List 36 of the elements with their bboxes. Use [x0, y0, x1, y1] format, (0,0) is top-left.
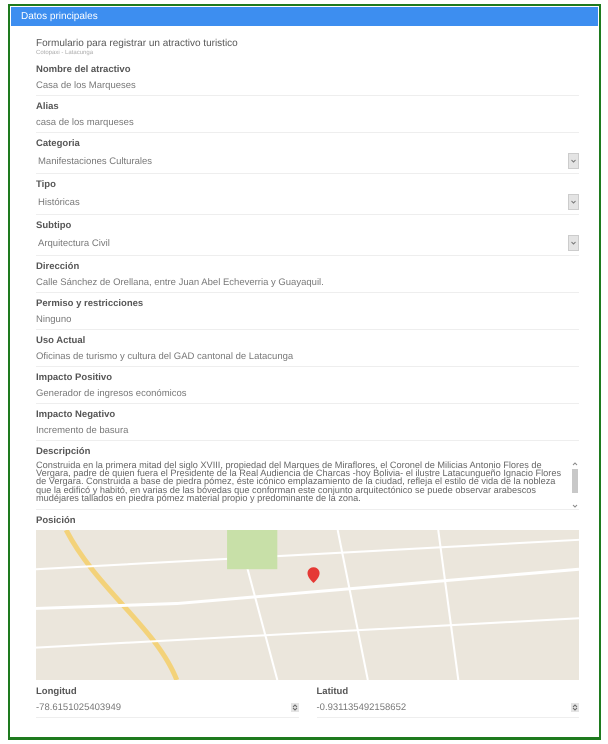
number-field[interactable]: -0.931135492158652	[316, 701, 579, 718]
field-label: Longitud	[36, 686, 78, 697]
field-label: Posición	[36, 515, 77, 526]
field-label: Descripción	[36, 446, 92, 457]
caret-icon	[568, 153, 579, 169]
caret-icon	[568, 194, 579, 210]
field-label: Nombre del atractivo	[36, 64, 132, 75]
select-field[interactable]: Manifestaciones Culturales	[36, 153, 579, 174]
number-field[interactable]: -78.6151025403949	[36, 701, 298, 718]
field-label: Impacto Positivo	[36, 372, 114, 383]
field-label: Latitud	[316, 686, 350, 697]
spinner-icon	[290, 702, 298, 712]
form-title: Formulario para registrar un atractivo turistico	[36, 38, 239, 49]
text-field[interactable]: Oficinas de turismo y cultura del GAD cantonal de Latacunga	[36, 350, 579, 367]
text-field[interactable]: Incremento de basura	[36, 424, 579, 441]
field-label: Alias	[36, 101, 60, 112]
panel-header: Datos principales	[11, 7, 598, 26]
field-label: Tipo	[36, 179, 57, 190]
text-field[interactable]: Ninguno	[36, 313, 579, 330]
map-placeholder[interactable]	[36, 530, 579, 680]
spinner-icon	[571, 702, 579, 712]
select-field[interactable]: Arquitectura Civil	[36, 235, 579, 256]
text-field[interactable]: casa de los marqueses	[36, 116, 579, 133]
text-field[interactable]: Calle Sánchez de Orellana, entre Juan Abel Echeverria y Guayaquil.	[36, 276, 579, 293]
scrollbar-icon	[571, 461, 579, 509]
description-field[interactable]: Construida en la primera mitad del siglo XVIII, propiedad del Marques de Miraflores, el Coronel de Milicias Antonio Flores de Vergara, padre de quien fuera el Presidente de la Real Audiencia de Charcas -hoy Bolivia- el ilustre Latacungueño Ignacio Flores de Vergara. Construida a base de piedra pómez, éste icónico emplazamiento de la ciudad, refleja el estilo de vida de la nobleza que la edificó y habitó, en varias de las bóvedas que conforman este conjunto arquitectónico se puede observar arabescos mudéjares tallados en piedra pómez material propio y predominante de la zona.	[36, 461, 579, 510]
field-label: Categoria	[36, 138, 81, 149]
text-field[interactable]: Casa de los Marqueses	[36, 79, 579, 96]
field-label: Impacto Negativo	[36, 409, 116, 420]
field-label: Permiso y restricciones	[36, 298, 144, 309]
caret-icon	[568, 235, 579, 251]
field-label: Uso Actual	[36, 335, 86, 346]
select-field[interactable]: Históricas	[36, 194, 579, 215]
text-field[interactable]: Generador de ingresos económicos	[36, 387, 579, 404]
field-label: Dirección	[36, 261, 80, 272]
field-label: Subtipo	[36, 220, 72, 231]
